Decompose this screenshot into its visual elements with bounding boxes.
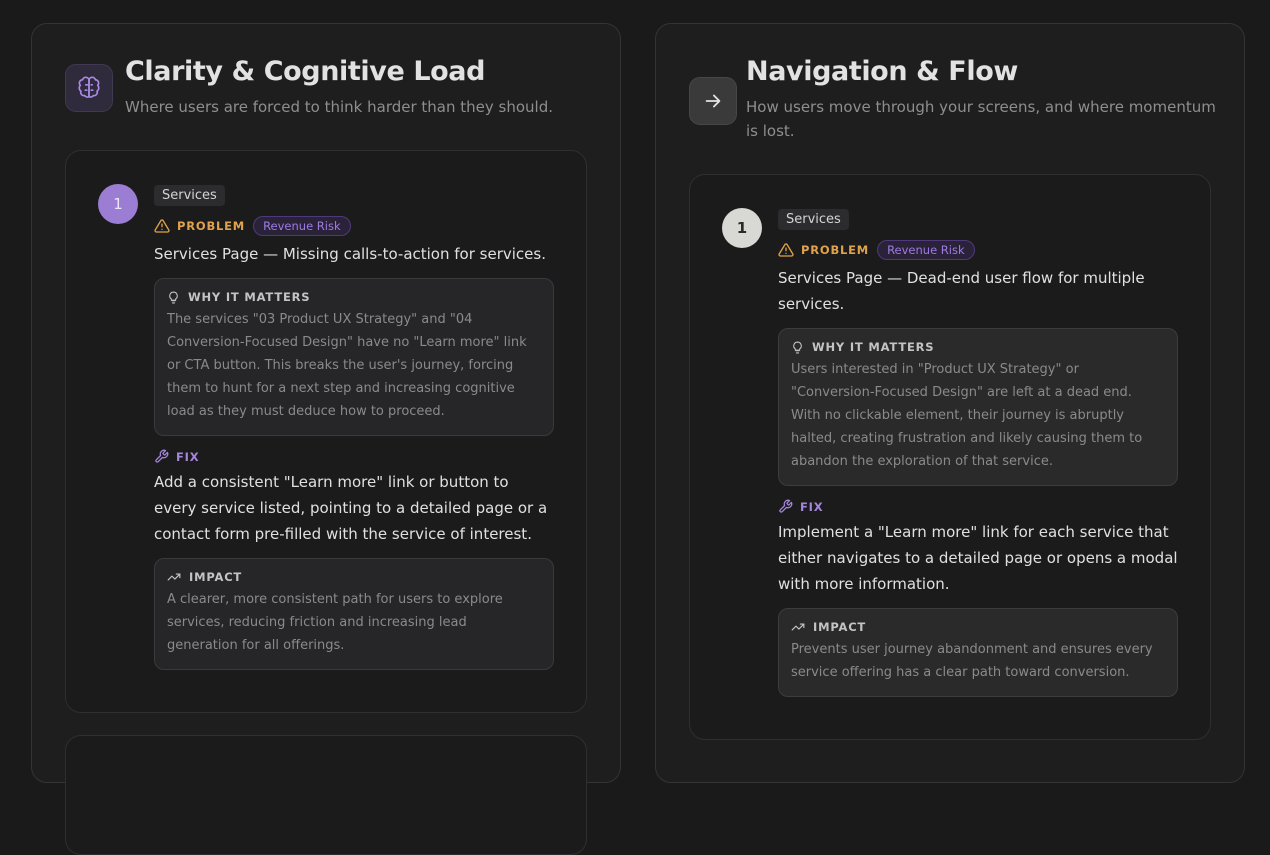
why-text: The services "03 Product UX Strategy" an…	[167, 312, 527, 419]
category-subtitle: How users move through your screens, and…	[746, 98, 1216, 140]
category-subtitle: Where users are forced to think harder t…	[125, 98, 553, 116]
warning-icon	[778, 243, 794, 257]
issue-card: 1 Services PROBLEM Revenue Risk Services…	[65, 150, 587, 713]
page-tag: Services	[778, 209, 849, 230]
lightbulb-icon	[793, 341, 802, 353]
fix-text: Add a consistent "Learn more" link or bu…	[154, 473, 548, 543]
arrow-right-icon	[689, 77, 737, 125]
problem-text: Services Page — Missing calls-to-action …	[154, 245, 546, 263]
wrench-icon	[779, 499, 793, 513]
wrench-icon	[155, 449, 169, 463]
category-title: Clarity & Cognitive Load	[125, 56, 486, 87]
warning-icon	[154, 219, 170, 233]
impact-box: IMPACT A clearer, more consistent path f…	[154, 558, 554, 670]
fix-row: FIX	[154, 449, 554, 464]
category-panel-clarity: Clarity & Cognitive Load Where users are…	[31, 23, 621, 855]
trending-up-icon	[167, 573, 181, 581]
trending-up-icon	[791, 623, 805, 631]
issue-card	[65, 735, 587, 855]
why-text: Users interested in "Product UX Strategy…	[791, 362, 1143, 469]
why-it-matters-box: WHY IT MATTERS The services "03 Product …	[154, 278, 554, 436]
revenue-risk-badge: Revenue Risk	[877, 240, 975, 260]
fix-label: FIX	[800, 499, 824, 514]
impact-box: IMPACT Prevents user journey abandonment…	[778, 608, 1178, 697]
problem-label: PROBLEM	[801, 243, 870, 257]
page-tag: Services	[154, 185, 225, 206]
why-label: WHY IT MATTERS	[188, 290, 311, 304]
brain-icon	[65, 64, 113, 112]
category-title: Navigation & Flow	[746, 56, 1018, 87]
issue-card: 1 Services PROBLEM Revenue Risk Services…	[689, 174, 1211, 740]
category-panel-navigation: Navigation & Flow How users move through…	[655, 23, 1245, 783]
revenue-risk-badge: Revenue Risk	[253, 216, 351, 236]
fix-text: Implement a "Learn more" link for each s…	[778, 523, 1178, 593]
problem-text: Services Page — Dead-end user flow for m…	[778, 269, 1145, 313]
why-it-matters-box: WHY IT MATTERS Users interested in "Prod…	[778, 328, 1178, 486]
fix-label: FIX	[176, 449, 200, 464]
issue-number: 1	[98, 184, 138, 224]
impact-label: IMPACT	[189, 570, 243, 584]
impact-label: IMPACT	[813, 620, 867, 634]
fix-row: FIX	[778, 499, 1178, 514]
impact-text: Prevents user journey abandonment and en…	[791, 642, 1153, 680]
problem-row: PROBLEM Revenue Risk	[154, 215, 554, 237]
impact-text: A clearer, more consistent path for user…	[167, 592, 503, 653]
lightbulb-icon	[169, 291, 178, 303]
issue-number: 1	[722, 208, 762, 248]
why-label: WHY IT MATTERS	[812, 340, 935, 354]
problem-label: PROBLEM	[177, 219, 246, 233]
problem-row: PROBLEM Revenue Risk	[778, 239, 1178, 261]
